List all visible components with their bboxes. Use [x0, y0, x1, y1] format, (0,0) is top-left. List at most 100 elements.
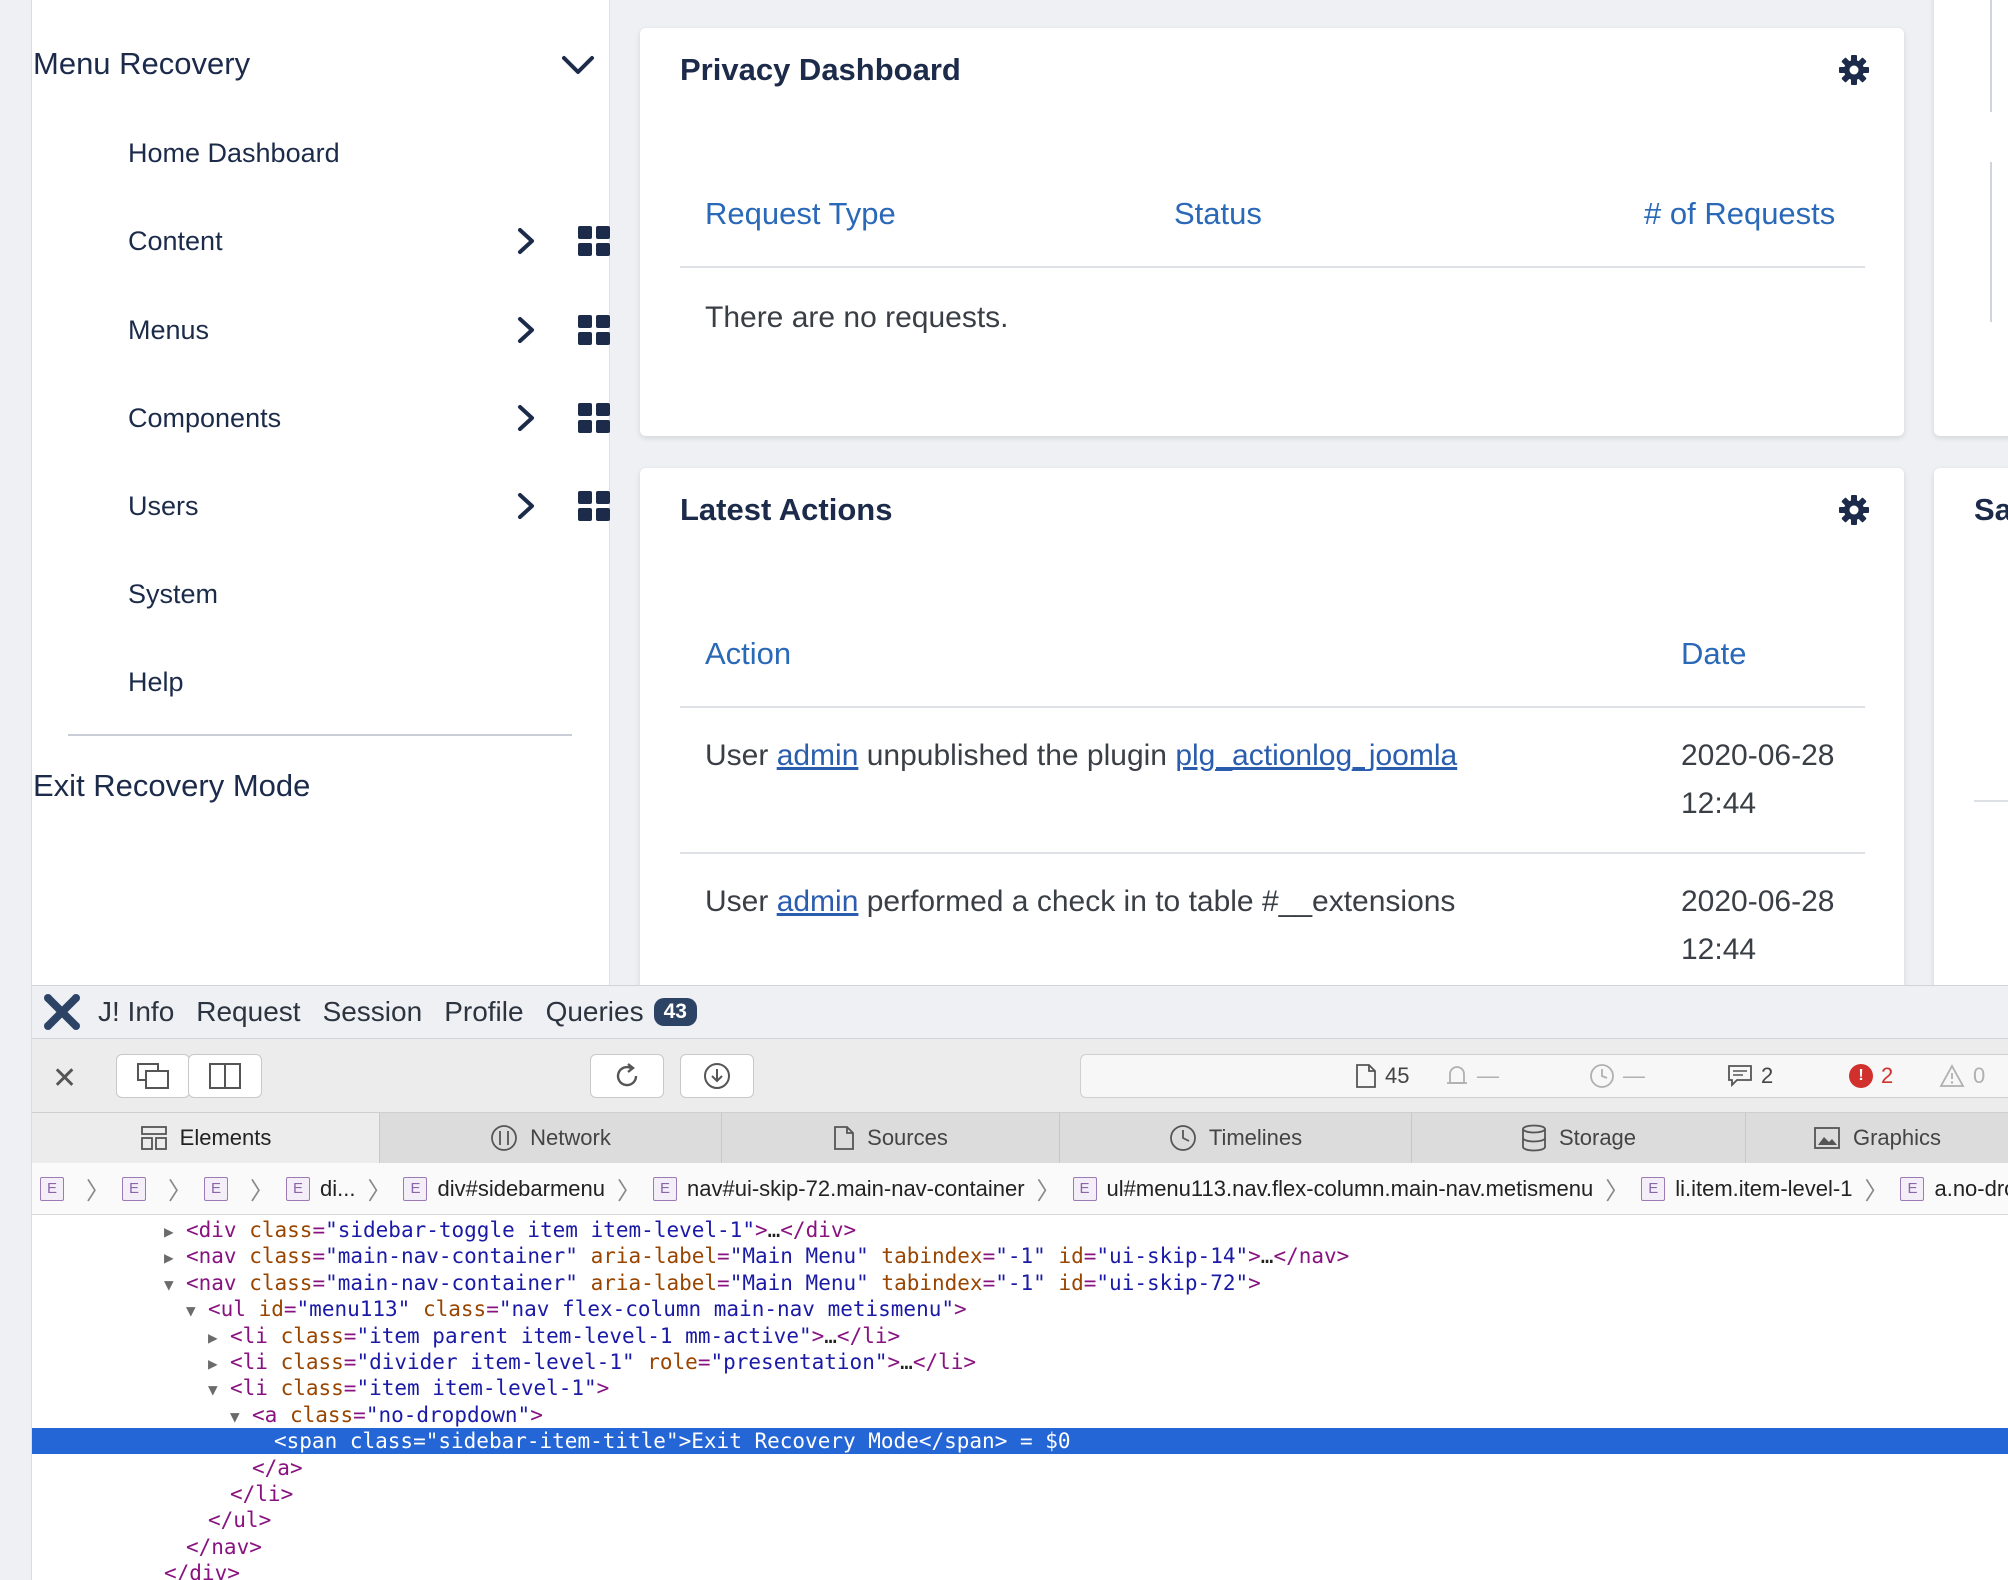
- close-icon[interactable]: ✕: [52, 1061, 77, 1096]
- split-view-button[interactable]: [188, 1054, 262, 1098]
- chevron-right-icon[interactable]: [510, 490, 542, 522]
- dom-node-text: <nav class="main-nav-container" aria-lab…: [186, 1244, 1350, 1269]
- chevron-right-icon[interactable]: [510, 225, 542, 257]
- sidebar-item-home-dashboard[interactable]: Home Dashboard: [128, 123, 588, 183]
- dom-node-line[interactable]: ▶ <nav class="main-nav-container" aria-la…: [32, 1243, 2008, 1269]
- sidebar-item-system[interactable]: System: [128, 564, 588, 624]
- sidebar-item-content[interactable]: Content: [128, 211, 610, 271]
- bell-indicator[interactable]: —: [1445, 1063, 1499, 1089]
- disclosure-open-icon[interactable]: ▼: [230, 1404, 252, 1430]
- card-title: Privacy Dashboard: [680, 52, 961, 87]
- joomla-logo-icon[interactable]: [40, 990, 84, 1034]
- column-header-request-type[interactable]: Request Type: [705, 196, 896, 232]
- debug-tab-queries[interactable]: Queries: [546, 996, 644, 1028]
- exit-recovery-mode-link[interactable]: Exit Recovery Mode: [33, 768, 310, 804]
- sidebar: Menu Recovery Home Dashboard Content Men…: [32, 0, 610, 985]
- chevron-down-icon[interactable]: [558, 46, 598, 86]
- disclosure-closed-icon[interactable]: ▶: [208, 1325, 230, 1351]
- errors-count[interactable]: ! 2: [1849, 1063, 1893, 1089]
- warning-icon: [1939, 1064, 1965, 1087]
- breadcrumb-item[interactable]: Ediv#sidebarmenu: [403, 1176, 605, 1202]
- breadcrumb-item[interactable]: Enav#ui-skip-72.main-nav-container: [653, 1176, 1025, 1202]
- disclosure-closed-icon[interactable]: ▶: [208, 1351, 230, 1377]
- column-header-num-requests[interactable]: # of Requests: [1644, 196, 1835, 232]
- dom-node-line[interactable]: ▶ <div class="sidebar-toggle item item-le…: [32, 1217, 2008, 1243]
- resources-count[interactable]: 45: [1355, 1063, 1409, 1089]
- element-icon: E: [1641, 1176, 1666, 1201]
- breadcrumb-item[interactable]: E: [40, 1176, 74, 1201]
- reload-icon: [616, 1063, 638, 1087]
- disclosure-closed-icon[interactable]: ▶: [164, 1245, 186, 1271]
- debug-tab-info[interactable]: J! Info: [98, 996, 174, 1028]
- column-header-date[interactable]: Date: [1681, 636, 1746, 672]
- disclosure-open-icon[interactable]: ▼: [164, 1272, 186, 1298]
- dom-node-text: </ul>: [208, 1508, 272, 1533]
- sidebar-title[interactable]: Menu Recovery: [33, 46, 250, 82]
- main-content: Privacy Dashboard Request Type Status # …: [611, 0, 2008, 985]
- plugin-link[interactable]: plg_actionlog_joomla: [1175, 739, 1457, 772]
- dashboard-grid-icon[interactable]: [578, 226, 610, 256]
- table-divider: [680, 706, 1865, 708]
- disclosure-closed-icon[interactable]: ▶: [164, 1219, 186, 1245]
- breadcrumb-item[interactable]: E: [122, 1176, 156, 1201]
- tab-timelines[interactable]: Timelines: [1060, 1113, 1412, 1163]
- reload-button[interactable]: [590, 1054, 664, 1098]
- dashboard-grid-icon[interactable]: [578, 315, 610, 345]
- chevron-right-icon[interactable]: [510, 314, 542, 346]
- dom-breadcrumb: E 〉 E 〉 E 〉 Edi... 〉 Ediv#sidebarmenu 〉 …: [32, 1163, 2008, 1215]
- breadcrumb-item[interactable]: Eli.item.item-level-1: [1641, 1176, 1852, 1202]
- debug-tab-request[interactable]: Request: [196, 996, 300, 1028]
- disclosure-open-icon[interactable]: ▼: [186, 1298, 208, 1324]
- debug-tab-session[interactable]: Session: [323, 996, 423, 1028]
- sidebar-item-components[interactable]: Components: [128, 388, 610, 448]
- tab-network[interactable]: Network: [380, 1113, 722, 1163]
- sidebar-item-label: Users: [128, 490, 199, 521]
- dom-node-line[interactable]: ▼ <ul id="menu113" class="nav flex-column…: [32, 1296, 2008, 1322]
- dom-node-line[interactable]: ▼ <a class="no-dropdown">: [32, 1402, 2008, 1428]
- status-bar: 45 — — 2 ! 2 0: [1080, 1054, 2008, 1098]
- tab-sources[interactable]: Sources: [722, 1113, 1060, 1163]
- tab-storage[interactable]: Storage: [1412, 1113, 1746, 1163]
- sidebar-item-label: Help: [128, 666, 184, 697]
- dom-node-line[interactable]: </li>: [32, 1481, 2008, 1507]
- dom-node-line[interactable]: ▼ <nav class="main-nav-container" aria-la…: [32, 1270, 2008, 1296]
- logs-count[interactable]: 2: [1727, 1063, 1773, 1089]
- breadcrumb-item[interactable]: Eul#menu113.nav.flex-column.main-nav.met…: [1072, 1176, 1593, 1202]
- load-time-indicator[interactable]: —: [1589, 1063, 1645, 1089]
- dock-button[interactable]: [116, 1054, 190, 1098]
- gear-icon[interactable]: [1838, 494, 1870, 526]
- breadcrumb-item[interactable]: Edi...: [286, 1176, 355, 1202]
- debug-tab-profile[interactable]: Profile: [444, 996, 523, 1028]
- gear-icon[interactable]: [1838, 54, 1870, 86]
- download-button[interactable]: [680, 1054, 754, 1098]
- tab-graphics[interactable]: Graphics: [1746, 1113, 2008, 1163]
- disclosure-open-icon[interactable]: ▼: [208, 1377, 230, 1403]
- dom-node-line[interactable]: </div>: [32, 1560, 2008, 1580]
- breadcrumb-item[interactable]: Ea.no-dro: [1900, 1176, 2008, 1202]
- chevron-right-icon: 〉: [1036, 1178, 1061, 1205]
- breadcrumb-item[interactable]: E: [204, 1176, 238, 1201]
- sidebar-item-users[interactable]: Users: [128, 476, 610, 536]
- dashboard-grid-icon[interactable]: [578, 491, 610, 521]
- column-header-status[interactable]: Status: [1174, 196, 1262, 232]
- document-icon: [834, 1126, 855, 1150]
- dom-node-line[interactable]: <span class="sidebar-item-title">Exit Re…: [32, 1428, 2008, 1455]
- user-link[interactable]: admin: [777, 739, 859, 772]
- dom-node-line[interactable]: ▼ <li class="item item-level-1">: [32, 1375, 2008, 1401]
- dom-node-line[interactable]: </a>: [32, 1455, 2008, 1481]
- table-divider: [680, 852, 1865, 854]
- chevron-right-icon[interactable]: [510, 402, 542, 434]
- dom-node-line[interactable]: </ul>: [32, 1507, 2008, 1533]
- dom-node-line[interactable]: ▶ <li class="divider item-level-1" role="…: [32, 1349, 2008, 1375]
- tab-elements[interactable]: Elements: [32, 1113, 380, 1163]
- dashboard-grid-icon[interactable]: [578, 403, 610, 433]
- dom-node-line[interactable]: ▶ <li class="item parent item-level-1 mm-…: [32, 1323, 2008, 1349]
- sidebar-item-menus[interactable]: Menus: [128, 300, 610, 360]
- sidebar-item-help[interactable]: Help: [128, 652, 588, 712]
- column-header-action[interactable]: Action: [705, 636, 791, 672]
- user-link[interactable]: admin: [777, 885, 859, 918]
- dom-node-line[interactable]: </nav>: [32, 1534, 2008, 1560]
- warnings-count[interactable]: 0: [1939, 1063, 1985, 1089]
